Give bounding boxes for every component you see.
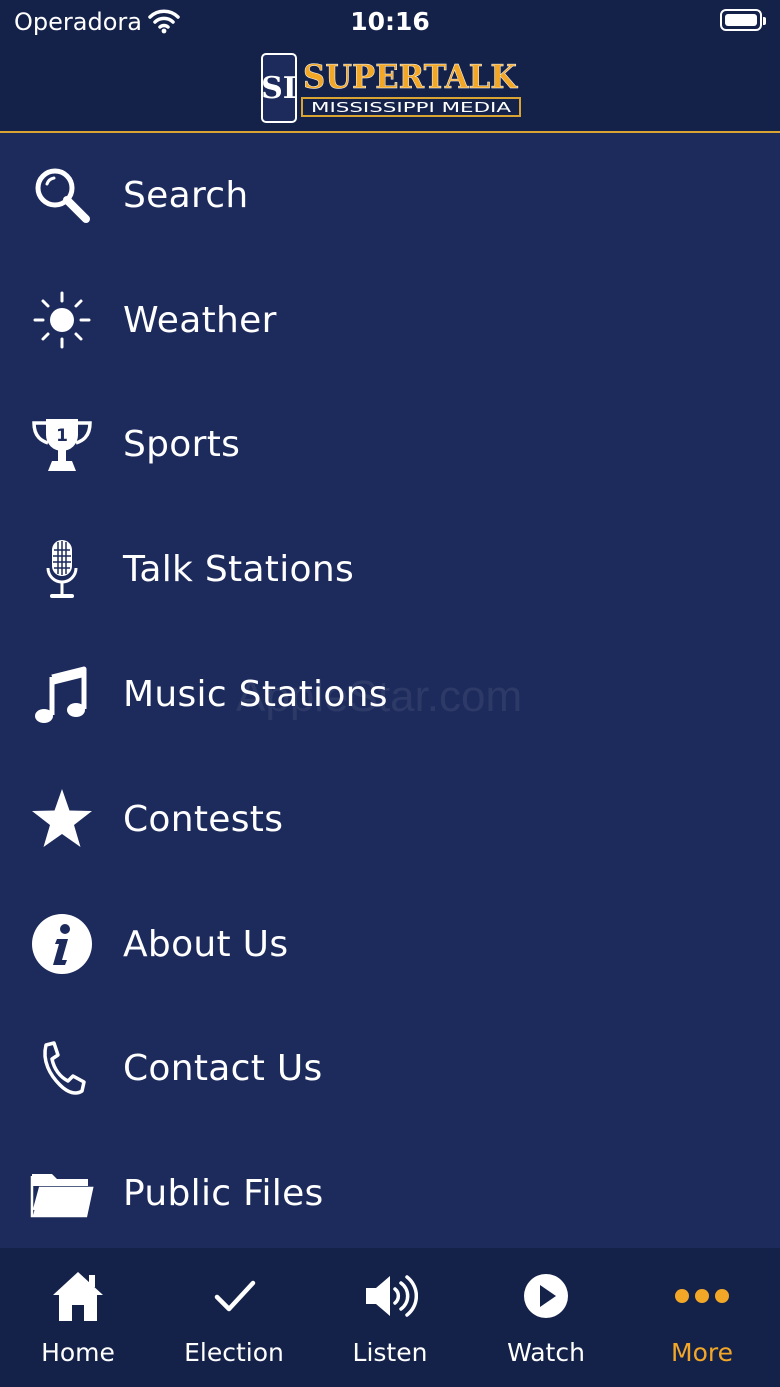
tab-election[interactable]: Election (156, 1248, 312, 1387)
logo-icon-text: SI (261, 71, 297, 106)
menu-item-talk-stations[interactable]: Talk Stations (0, 507, 780, 632)
trophy-icon: 1 (30, 413, 94, 477)
checkmark-icon (204, 1268, 264, 1324)
battery-icon (720, 9, 766, 31)
menu-item-music-stations[interactable]: Music Stations (0, 632, 780, 757)
top-bar: Operadora 10:16 SI SUPERTALK MISSISSIPPI… (0, 0, 780, 133)
tab-label: Listen (352, 1338, 428, 1367)
menu-label: About Us (123, 923, 289, 965)
menu-label: Music Stations (123, 674, 388, 716)
tab-home[interactable]: Home (0, 1248, 156, 1387)
status-time: 10:16 (350, 7, 430, 36)
tab-label: Watch (507, 1338, 585, 1367)
tab-label: Home (41, 1338, 115, 1367)
menu-item-search[interactable]: Search (0, 133, 780, 258)
logo-bottom-text: MISSISSIPPI MEDIA (311, 101, 511, 116)
tab-watch[interactable]: Watch (468, 1248, 624, 1387)
menu-label: Search (123, 174, 249, 216)
info-icon (30, 912, 94, 976)
star-icon (30, 787, 94, 851)
svg-text:1: 1 (56, 426, 68, 446)
more-dots-icon (672, 1268, 732, 1324)
tab-bar: Home Election Listen Watch More (0, 1248, 780, 1387)
menu-label: Sports (123, 424, 241, 466)
menu-label: Contests (123, 798, 284, 840)
menu-label: Contact Us (123, 1048, 323, 1090)
menu-item-sports[interactable]: 1 Sports (0, 383, 780, 508)
logo-top-text: SUPERTALK (303, 57, 518, 96)
home-icon (48, 1268, 108, 1324)
tab-more[interactable]: More (624, 1248, 780, 1387)
tab-label: Election (184, 1338, 284, 1367)
menu-label: Public Files (123, 1173, 324, 1215)
menu-item-weather[interactable]: Weather (0, 258, 780, 383)
speaker-icon (360, 1268, 420, 1324)
folder-icon (30, 1162, 94, 1226)
sun-icon (30, 288, 94, 352)
more-menu: Search Weather 1 Sports Talk Stations Mu… (0, 133, 780, 1248)
menu-item-contact-us[interactable]: Contact Us (0, 1007, 780, 1132)
tab-label: More (671, 1338, 733, 1367)
music-note-icon (30, 663, 94, 727)
search-icon (30, 163, 94, 227)
supertalk-logo: SI SUPERTALK MISSISSIPPI MEDIA (261, 53, 521, 123)
tab-listen[interactable]: Listen (312, 1248, 468, 1387)
menu-label: Weather (123, 299, 277, 341)
microphone-icon (30, 538, 94, 602)
menu-item-public-files[interactable]: Public Files (0, 1131, 780, 1256)
menu-label: Talk Stations (123, 549, 355, 591)
status-bar: Operadora 10:16 (0, 0, 780, 44)
play-icon (516, 1268, 576, 1324)
phone-icon (30, 1037, 94, 1101)
menu-item-contests[interactable]: Contests (0, 757, 780, 882)
menu-item-about-us[interactable]: About Us (0, 882, 780, 1007)
